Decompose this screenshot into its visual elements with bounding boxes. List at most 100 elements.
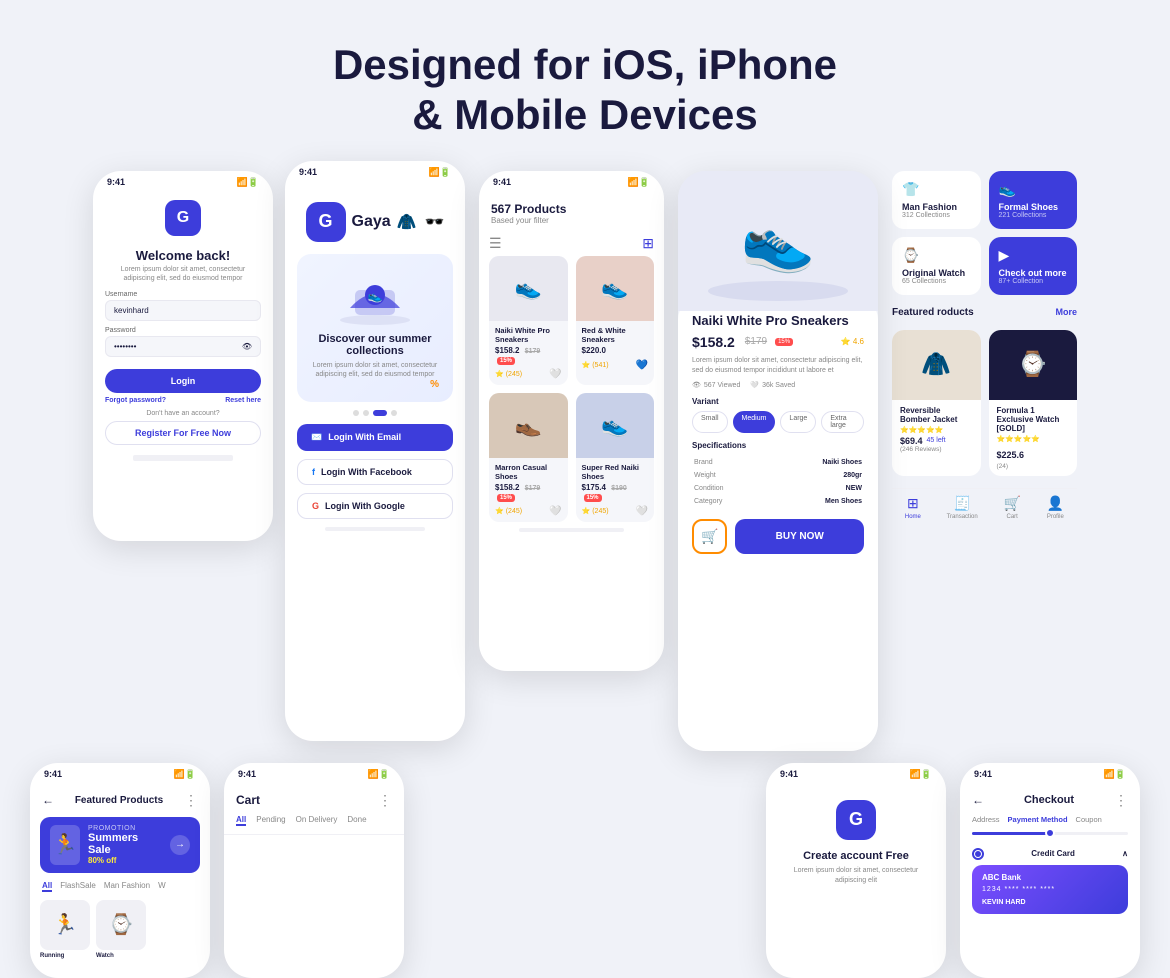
cat-name-shoes: Formal Shoes <box>999 202 1068 212</box>
status-icons-create: 📶🔋 <box>910 769 932 780</box>
featured-card-watch[interactable]: ⌚ Formula 1 Exclusive Watch [GOLD] ⭐⭐⭐⭐⭐… <box>989 330 1078 476</box>
svg-text:👟: 👟 <box>741 207 816 276</box>
checkout-tab-payment[interactable]: Payment Method <box>1008 815 1068 824</box>
promo-banner[interactable]: 🏃 PROMOTION Summers Sale 80% off → <box>40 817 200 873</box>
cat-watch[interactable]: ⌚ Original Watch 65 Collections <box>892 237 981 295</box>
tab-all[interactable]: All <box>42 881 52 892</box>
credit-card-option[interactable]: Credit Card ∧ <box>960 843 1140 865</box>
welcome-heading: Welcome back! <box>93 242 273 265</box>
login-facebook-button[interactable]: f Login With Facebook <box>297 459 453 485</box>
back-arrow-featured[interactable]: ← <box>42 793 54 807</box>
checkout-tab-address[interactable]: Address <box>972 815 1000 824</box>
cart-tab-pending[interactable]: Pending <box>256 815 285 826</box>
featured-card-jacket[interactable]: 🧥 Reversible Bomber Jacket ⭐⭐⭐⭐⭐ $69.4 4… <box>892 330 981 476</box>
detail-badge: 15% <box>775 338 793 346</box>
cat-man-fashion[interactable]: 👕 Man Fashion 312 Collections <box>892 171 981 229</box>
variant-medium[interactable]: Medium <box>733 411 776 433</box>
product-name-2: Red & White Sneakers <box>582 326 649 344</box>
cart-tabs: All Pending On Delivery Done <box>224 815 404 835</box>
back-arrow-checkout[interactable]: ← <box>972 793 984 807</box>
detail-price: $158.2 <box>692 334 735 350</box>
nav-home[interactable]: ⊞ Home <box>905 495 921 520</box>
status-time-products: 9:41 <box>493 177 511 187</box>
featured-tab-bar: All FlashSale Man Fashion W <box>30 881 210 900</box>
login-button[interactable]: Login <box>105 369 261 393</box>
list-icon[interactable]: ☰ <box>489 235 502 252</box>
spec-label: Specifications <box>692 441 864 450</box>
nav-cart[interactable]: 🛒 Cart <box>1003 495 1020 520</box>
register-button[interactable]: Register For Free Now <box>105 421 261 445</box>
featured-rating-jacket: ⭐⭐⭐⭐⭐ <box>900 426 973 434</box>
login-email-button[interactable]: ✉️ Login With Email <box>297 424 453 451</box>
more-dots-checkout[interactable]: ⋮ <box>1114 792 1128 809</box>
radio-selected <box>972 848 984 860</box>
cart-tab-done[interactable]: Done <box>347 815 366 826</box>
heart-icon-1[interactable]: 🤍 <box>549 369 561 380</box>
checkout-tab-coupon[interactable]: Coupon <box>1076 815 1102 824</box>
mini-product-img-2: ⌚ <box>96 900 146 950</box>
cart-tab-delivery[interactable]: On Delivery <box>296 815 338 826</box>
heart-icon-3[interactable]: 🤍 <box>549 506 561 517</box>
credit-card-visual: ABC Bank 1234 **** **** **** KEVIN HARD <box>972 865 1128 914</box>
mini-product-2[interactable]: ⌚ Watch <box>96 900 146 959</box>
product-card-1[interactable]: 👟 Naiki White Pro Sneakers $158.2 $179 1… <box>489 256 568 385</box>
variant-xlarge[interactable]: Extra large <box>821 411 864 433</box>
promo-arrow[interactable]: → <box>170 835 190 855</box>
login-google-button[interactable]: G Login With Google <box>297 493 453 519</box>
product-card-2[interactable]: 👟 Red & White Sneakers $220.0 ⭐ (541) 💙 <box>576 256 655 385</box>
more-dots-featured[interactable]: ⋮ <box>184 792 198 809</box>
buy-button[interactable]: BUY NOW <box>735 519 864 554</box>
cart-button[interactable]: 🛒 <box>692 519 727 554</box>
promo-off: 80% off <box>88 856 162 865</box>
product-card-4[interactable]: 👟 Super Red Naiki Shoes $175.4 $190 15% … <box>576 393 655 522</box>
product-card-3[interactable]: 👞 Marron Casual Shoes $158.2 $179 15% ⭐ … <box>489 393 568 522</box>
nav-profile[interactable]: 👤 Profile <box>1047 495 1064 520</box>
status-icons-checkout: 📶🔋 <box>1104 769 1126 780</box>
mini-products-row: 🏃 Running ⌚ Watch <box>30 900 210 959</box>
tab-w[interactable]: W <box>158 881 166 892</box>
username-input[interactable]: kevinhard <box>105 300 261 321</box>
featured-img-jacket: 🧥 <box>892 330 981 400</box>
more-dots-cart[interactable]: ⋮ <box>378 792 392 809</box>
promo-title: Summers Sale <box>88 832 162 856</box>
cat-count-fashion: 312 Collections <box>902 212 971 219</box>
grid-icon[interactable]: ⊞ <box>642 235 654 252</box>
app-logo-icon: G <box>165 200 201 236</box>
mini-product-1[interactable]: 🏃 Running <box>40 900 90 959</box>
featured-name-watch: Formula 1 Exclusive Watch [GOLD] <box>997 406 1070 433</box>
product-img-3: 👞 <box>489 393 568 458</box>
carousel-sub: Lorem ipsum dolor sit amet, consectetur … <box>311 361 439 379</box>
cart-nav-icon: 🛒 <box>1003 495 1020 512</box>
status-icons-login: 📶🔋 <box>237 177 259 188</box>
status-time-gaya: 9:41 <box>299 167 317 177</box>
product-name-3: Marron Casual Shoes <box>495 463 562 481</box>
heart-icon-2[interactable]: 💙 <box>636 360 648 371</box>
variant-label: Variant <box>692 397 864 406</box>
nav-home-label: Home <box>905 514 921 520</box>
tab-flashsale[interactable]: FlashSale <box>60 881 96 892</box>
gaya-logo: G <box>306 202 346 242</box>
cat-more[interactable]: ▶ Check out more 87+ Collection <box>989 237 1078 295</box>
heart-icon-4[interactable]: 🤍 <box>636 506 648 517</box>
cat-formal-shoes[interactable]: 👟 Formal Shoes 221 Collections <box>989 171 1078 229</box>
variant-large[interactable]: Large <box>780 411 816 433</box>
tab-man-fashion[interactable]: Man Fashion <box>104 881 150 892</box>
more-link[interactable]: More <box>1055 307 1077 317</box>
featured-price-jacket: $69.4 <box>900 436 923 446</box>
phone-create-account: 9:41 📶🔋 G Create account Free Lorem ipsu… <box>766 763 946 978</box>
detail-rating: ⭐ 4.6 <box>841 337 864 346</box>
product-price-3: $158.2 $179 15% <box>495 483 562 501</box>
nav-transaction[interactable]: 🧾 Transaction <box>947 495 978 520</box>
create-sub: Lorem ipsum dolor sit amet, consectetur … <box>780 866 932 886</box>
gaya-item-glasses: 🕶️ <box>425 212 445 232</box>
promo-image: 🏃 <box>50 825 80 865</box>
product-img-4: 👟 <box>576 393 655 458</box>
cart-tab-all[interactable]: All <box>236 815 246 826</box>
password-input[interactable]: •••••••• 👁 <box>105 336 261 357</box>
product-name-1: Naiki White Pro Sneakers <box>495 326 562 344</box>
welcome-sub: Lorem ipsum dolor sit amet, consectetur … <box>93 265 273 291</box>
facebook-icon: f <box>312 467 315 477</box>
variant-small[interactable]: Small <box>692 411 728 433</box>
reset-link[interactable]: Reset here <box>225 397 261 404</box>
status-icons-gaya: 📶🔋 <box>429 167 451 178</box>
